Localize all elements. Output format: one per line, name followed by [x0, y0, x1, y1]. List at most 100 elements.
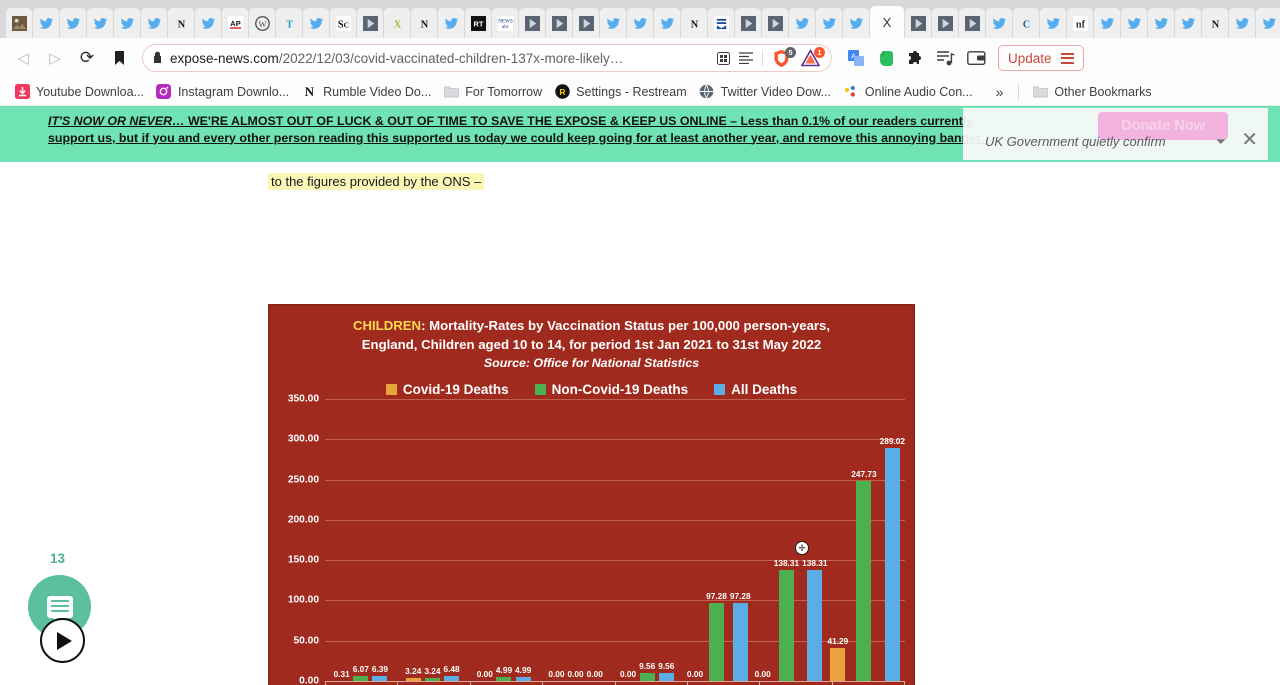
- update-label: Update: [1008, 50, 1052, 66]
- bar-group: 0.00 138.31 138.31: [755, 399, 828, 681]
- bookmark-label: For Tomorrow: [465, 84, 543, 99]
- browser-tab[interactable]: [986, 8, 1012, 38]
- browser-tab[interactable]: [1121, 8, 1147, 38]
- translate-icon[interactable]: A: [846, 48, 866, 68]
- bar-value-label: 0.31: [333, 668, 350, 679]
- browser-tab[interactable]: [438, 8, 464, 38]
- browser-tab[interactable]: [1094, 8, 1120, 38]
- other-bookmarks-folder[interactable]: Other Bookmarks: [1026, 81, 1157, 103]
- browser-tab[interactable]: SC: [330, 8, 356, 38]
- browser-tab[interactable]: [1148, 8, 1174, 38]
- browser-tab[interactable]: [114, 8, 140, 38]
- brave-shield-icon[interactable]: 5: [772, 46, 796, 68]
- browser-tab[interactable]: W: [249, 8, 275, 38]
- browser-tab[interactable]: C: [1013, 8, 1039, 38]
- browser-tab[interactable]: [762, 8, 788, 38]
- address-bar[interactable]: expose-news.com/2022/12/03/covid-vaccina…: [142, 44, 832, 72]
- browser-tab[interactable]: [959, 8, 985, 38]
- qr-code-icon[interactable]: [717, 51, 730, 65]
- browser-tab[interactable]: [1175, 8, 1201, 38]
- browser-tab[interactable]: [654, 8, 680, 38]
- browser-tab[interactable]: AP: [222, 8, 248, 38]
- bookmark-label: Online Audio Con...: [864, 84, 973, 99]
- browser-tab-strip[interactable]: NAPWTSCXNRTNEWSabcN X CnfN + ⌄: [0, 0, 1280, 38]
- browser-tab[interactable]: [735, 8, 761, 38]
- browser-tab[interactable]: [33, 8, 59, 38]
- bookmark-item-1[interactable]: Instagram Downlo...: [150, 81, 295, 103]
- browser-tab[interactable]: [932, 8, 958, 38]
- bar-column: 138.31: [802, 399, 828, 681]
- browser-tab[interactable]: [1256, 8, 1280, 38]
- bookmark-item-4[interactable]: R Settings - Restream: [548, 81, 692, 103]
- browser-tab[interactable]: [546, 8, 572, 38]
- browser-tab[interactable]: [816, 8, 842, 38]
- menu-icon[interactable]: [1060, 52, 1074, 64]
- browser-tab[interactable]: [600, 8, 626, 38]
- playlist-icon[interactable]: [936, 48, 956, 68]
- update-button[interactable]: Update: [998, 45, 1084, 71]
- y-axis-tick: 250.00: [287, 474, 319, 486]
- wallet-icon[interactable]: [966, 48, 986, 68]
- browser-tab[interactable]: nf: [1067, 8, 1093, 38]
- browser-tab[interactable]: [843, 8, 869, 38]
- back-button[interactable]: ◁: [8, 43, 38, 73]
- shield-badge: 5: [785, 46, 796, 58]
- bar-value-label: 138.31: [773, 557, 800, 568]
- browser-tab[interactable]: [60, 8, 86, 38]
- browser-tab[interactable]: [357, 8, 383, 38]
- browser-tab[interactable]: [708, 8, 734, 38]
- browser-tab[interactable]: [195, 8, 221, 38]
- browser-tab[interactable]: T: [276, 8, 302, 38]
- bar-column: 97.28: [706, 399, 727, 681]
- browser-tab[interactable]: [141, 8, 167, 38]
- browser-tab[interactable]: N: [1202, 8, 1228, 38]
- evernote-icon[interactable]: [876, 48, 896, 68]
- puzzle-icon[interactable]: [906, 48, 926, 68]
- bar-column: 4.99: [496, 399, 512, 681]
- popup-title: UK Government quietly confirm: [985, 134, 1166, 149]
- video-popup-overlay[interactable]: Donate Now UK Government quietly confirm…: [963, 108, 1268, 160]
- popup-close-button[interactable]: ✕: [1241, 130, 1258, 150]
- browser-tab[interactable]: [627, 8, 653, 38]
- browser-tab-active[interactable]: X: [870, 6, 904, 38]
- browser-tab[interactable]: [303, 8, 329, 38]
- browser-tab[interactable]: N: [168, 8, 194, 38]
- browser-tab[interactable]: N: [681, 8, 707, 38]
- forward-button[interactable]: ▷: [40, 43, 70, 73]
- bookmark-item-0[interactable]: Youtube Downloa...: [8, 81, 150, 103]
- browser-tab[interactable]: [789, 8, 815, 38]
- browser-tab[interactable]: [573, 8, 599, 38]
- bookmark-item-3[interactable]: For Tomorrow: [437, 81, 548, 103]
- popup-minimize-button[interactable]: ⏷: [1216, 134, 1226, 150]
- browser-tab[interactable]: X: [384, 8, 410, 38]
- close-icon[interactable]: X: [883, 15, 892, 30]
- browser-tab[interactable]: [519, 8, 545, 38]
- legend-swatch: [534, 384, 546, 395]
- bookmark-item-6[interactable]: Online Audio Con...: [837, 81, 979, 103]
- browser-tab[interactable]: [6, 8, 32, 38]
- bookmark-item-5[interactable]: Twitter Video Dow...: [693, 81, 837, 103]
- reading-mode-icon[interactable]: [739, 52, 753, 64]
- bar-group: 0.00 9.56 9.56: [611, 399, 683, 681]
- bat-token-icon[interactable]: 1: [800, 46, 825, 68]
- browser-tab[interactable]: [87, 8, 113, 38]
- lock-icon: [153, 51, 162, 66]
- browser-tab[interactable]: N: [411, 8, 437, 38]
- bookmark-icon[interactable]: [104, 51, 134, 65]
- bookmarks-overflow-button[interactable]: »: [988, 84, 1012, 100]
- donation-banner-text: IT'S NOW OR NEVER… WE'RE ALMOST OUT OF L…: [48, 113, 1008, 146]
- bookmark-item-2[interactable]: N Rumble Video Do...: [295, 81, 437, 103]
- bar-value-label: 247.73: [851, 469, 877, 480]
- bar-value-label: 4.99: [515, 664, 532, 675]
- browser-tab[interactable]: [1040, 8, 1066, 38]
- bar-column: 6.07: [353, 399, 369, 681]
- bar-column: 3.24: [424, 399, 440, 681]
- browser-tab[interactable]: RT: [465, 8, 491, 38]
- browser-tab[interactable]: [905, 8, 931, 38]
- svg-text:R: R: [559, 87, 565, 97]
- video-play-button[interactable]: [40, 618, 85, 663]
- bar-column: 0.00: [568, 399, 584, 681]
- browser-tab[interactable]: [1229, 8, 1255, 38]
- reload-button[interactable]: ⟳: [72, 43, 102, 73]
- browser-tab[interactable]: NEWS abc: [492, 8, 518, 38]
